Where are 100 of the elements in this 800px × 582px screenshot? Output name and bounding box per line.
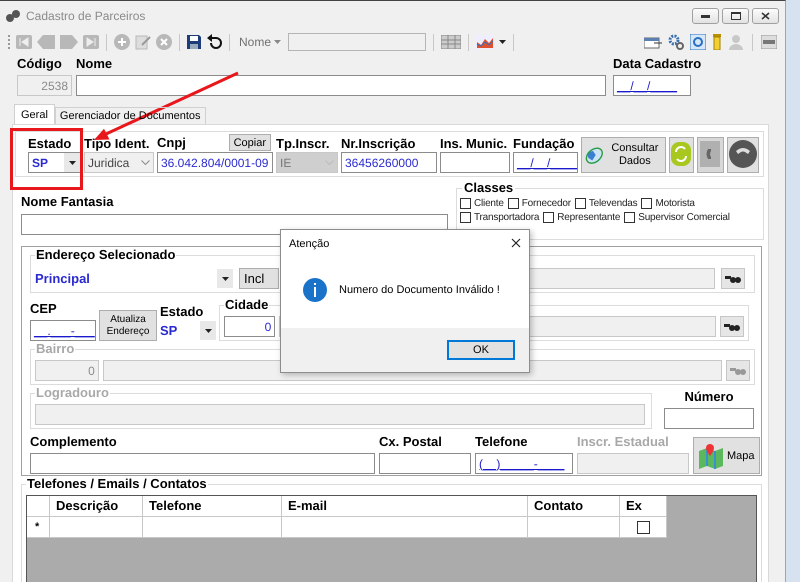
plus-icon[interactable]: [114, 34, 130, 50]
caret-icon: [222, 276, 228, 280]
checkbox[interactable]: Representante: [543, 212, 620, 223]
dialog-message: Numero do Documento Inválido !: [339, 284, 500, 296]
ok-button[interactable]: OK: [447, 340, 515, 360]
field-label: Ins. Munic.: [440, 136, 508, 152]
chevron-down-icon: [141, 160, 150, 165]
close-circle-icon[interactable]: [156, 34, 172, 50]
checkbox[interactable]: Supervisor Comercial: [624, 212, 730, 223]
field-label: Código: [17, 56, 63, 72]
field-selector[interactable]: Nome: [237, 35, 284, 49]
input-field[interactable]: [76, 75, 606, 96]
battery-icon[interactable]: [712, 34, 722, 50]
search-button[interactable]: [720, 316, 744, 337]
input-field[interactable]: 36.042.804/0001-09: [157, 152, 273, 173]
input-field[interactable]: __.___-___: [30, 320, 96, 341]
dropdown-button[interactable]: [200, 321, 216, 340]
checkbox[interactable]: Cliente: [460, 198, 504, 209]
field-label: Nr.Inscrição: [341, 136, 416, 152]
close-icon: [761, 12, 770, 20]
save-icon[interactable]: [187, 35, 201, 49]
field-label: Número: [684, 389, 734, 405]
state-value: SP: [160, 323, 178, 338]
column-header[interactable]: E-mail: [282, 496, 528, 517]
tab[interactable]: Geral: [14, 104, 55, 124]
input-field[interactable]: __/__/____: [513, 152, 578, 173]
minimize-button[interactable]: [692, 8, 719, 24]
address-value: Principal: [35, 270, 91, 286]
table-cell[interactable]: [50, 517, 143, 538]
field-label: CEP: [30, 301, 58, 317]
input-field[interactable]: [440, 152, 510, 173]
checkbox[interactable]: Transportadora: [460, 212, 540, 223]
field-label: Tp.Inscr.: [276, 136, 330, 152]
field-label: Inscr. Estadual: [577, 434, 670, 450]
field-label: Fundação: [513, 136, 576, 152]
grip-icon: [8, 34, 11, 50]
input-field[interactable]: __/__/____: [613, 75, 691, 96]
table-cell[interactable]: [528, 517, 620, 538]
field-label: Estado: [160, 304, 204, 320]
refresh-button[interactable]: [669, 137, 694, 173]
column-header[interactable]: Ex: [620, 496, 667, 517]
field-label: Estado: [28, 136, 72, 152]
binoculars-icon: [725, 274, 741, 282]
field-label: Tipo Ident.: [84, 136, 150, 152]
checkbox[interactable]: [636, 520, 650, 534]
column-header[interactable]: Contato: [528, 496, 620, 517]
input-field[interactable]: [30, 453, 375, 474]
grid-icon[interactable]: [441, 35, 462, 49]
phone-button[interactable]: [696, 137, 724, 173]
dropdown-button[interactable]: [217, 269, 233, 288]
input-field[interactable]: 36456260000: [341, 152, 437, 173]
field-label: Complemento: [30, 434, 118, 450]
call-button[interactable]: [726, 137, 759, 173]
field-label: Nome: [76, 56, 114, 72]
map-icon: [698, 442, 724, 468]
skip-back-icon[interactable]: [16, 35, 32, 49]
map-button[interactable]: Mapa: [693, 437, 760, 474]
input-field[interactable]: [35, 404, 645, 425]
lookup-button[interactable]: Consultar Dados: [581, 137, 666, 173]
include-button[interactable]: Incl: [239, 268, 279, 289]
gear-icon[interactable]: [668, 34, 684, 50]
input-field[interactable]: [664, 408, 754, 429]
table-cell[interactable]: [143, 517, 282, 538]
close-button[interactable]: [752, 8, 779, 24]
input-field[interactable]: (__)_____-____: [475, 453, 573, 474]
row-marker: *: [27, 517, 50, 538]
caret-icon: [499, 40, 506, 44]
input-field[interactable]: [379, 453, 471, 474]
binoculars-icon: [724, 322, 740, 330]
search-button[interactable]: [721, 268, 745, 289]
arrow-right-icon[interactable]: [60, 35, 78, 49]
refresh-icon[interactable]: [690, 34, 706, 50]
field-label: Nome Fantasia: [21, 194, 114, 210]
search-field[interactable]: [288, 33, 426, 51]
undo-icon[interactable]: [206, 34, 222, 50]
pencil-icon[interactable]: [135, 34, 151, 50]
update-address-button[interactable]: Atualiza Endereço: [99, 310, 157, 341]
checkbox[interactable]: Fornecedor: [508, 198, 571, 209]
maximize-button[interactable]: [722, 8, 749, 24]
arrow-left-icon[interactable]: [37, 35, 55, 49]
maximize-icon: [730, 12, 740, 20]
input-field[interactable]: [577, 453, 689, 474]
checkbox[interactable]: Motorista: [641, 198, 695, 209]
input-field[interactable]: 0: [224, 316, 276, 337]
state-dropdown[interactable]: SP: [28, 152, 81, 173]
field-label: Data Cadastro: [613, 56, 702, 72]
column-header[interactable]: Descrição: [50, 496, 143, 517]
checkbox[interactable]: Televendas: [574, 198, 638, 209]
window-icon[interactable]: [644, 35, 662, 49]
minimize-icon: [701, 14, 710, 18]
column-header[interactable]: Telefone: [143, 496, 282, 517]
panel-icon[interactable]: [761, 35, 777, 49]
skip-forward-icon[interactable]: [83, 35, 99, 49]
field-label: Telefone: [475, 434, 528, 450]
field-label: Cx. Postal: [379, 434, 443, 450]
refresh-icon: [670, 140, 692, 168]
copy-button[interactable]: Copiar: [228, 134, 271, 151]
table-cell[interactable]: [282, 517, 528, 538]
chart-icon[interactable]: [476, 35, 494, 49]
app-icon: [6, 9, 20, 23]
